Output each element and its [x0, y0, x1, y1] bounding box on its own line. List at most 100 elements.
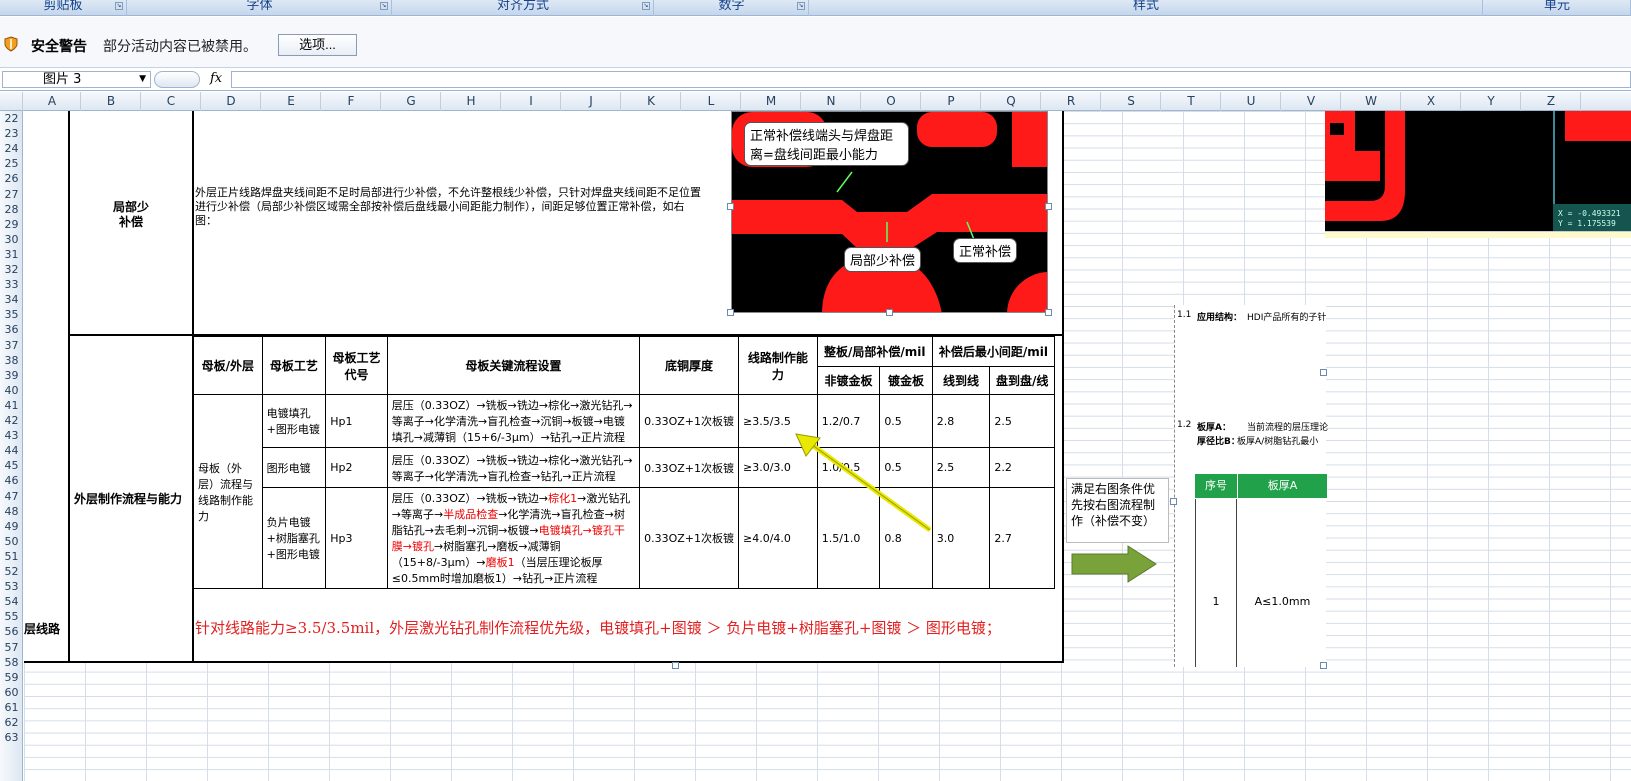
- td-copper[interactable]: 0.33OZ+1次板镀: [639, 394, 740, 448]
- row-header[interactable]: 29: [0, 218, 23, 231]
- row-header[interactable]: 50: [0, 535, 23, 548]
- row-header[interactable]: 57: [0, 641, 23, 654]
- column-header[interactable]: H: [442, 92, 501, 111]
- row-header[interactable]: 32: [0, 264, 23, 276]
- row-header[interactable]: 30: [0, 233, 23, 246]
- row-header[interactable]: 58: [0, 656, 23, 669]
- selection-handle[interactable]: [886, 309, 893, 316]
- row-header[interactable]: 23: [0, 128, 23, 140]
- select-all-corner[interactable]: [0, 92, 23, 111]
- td-process[interactable]: 图形电镀: [261, 447, 327, 488]
- column-header[interactable]: I: [502, 92, 561, 111]
- row-header[interactable]: 51: [0, 550, 23, 563]
- ribbon-group-cells[interactable]: 单元: [1484, 0, 1631, 16]
- column-header[interactable]: D: [202, 92, 261, 111]
- row-header[interactable]: 38: [0, 354, 23, 367]
- column-header[interactable]: L: [682, 92, 741, 111]
- row-header[interactable]: 28: [0, 203, 23, 216]
- cell-layer-label[interactable]: 层线路: [24, 620, 60, 637]
- column-header[interactable]: Z: [1522, 92, 1581, 111]
- row-header[interactable]: 44: [0, 445, 23, 457]
- row-header[interactable]: 35: [0, 309, 23, 321]
- row-header[interactable]: 33: [0, 279, 23, 291]
- selection-handle[interactable]: [1320, 662, 1327, 669]
- row-header[interactable]: 45: [0, 460, 23, 472]
- td-flow[interactable]: 层压（0.33OZ）→铣板→铣边→棕化1→激光钻孔→等离子→半成品检查→化学清洗…: [386, 487, 641, 589]
- row-header[interactable]: 36: [0, 324, 23, 336]
- td-line-line[interactable]: 2.8: [931, 394, 991, 448]
- section-label-outer-process[interactable]: 外层制作流程与能力: [74, 490, 182, 507]
- column-header[interactable]: C: [142, 92, 201, 111]
- selection-handle[interactable]: [1320, 369, 1327, 376]
- row-header[interactable]: 59: [0, 671, 23, 684]
- td-process[interactable]: 负片电镀+树脂塞孔+图形电镀: [261, 487, 327, 589]
- row-header[interactable]: 22: [0, 113, 23, 125]
- name-box[interactable]: 图片 3 ▼: [2, 71, 151, 88]
- row-header[interactable]: 26: [0, 173, 23, 185]
- chevron-down-icon[interactable]: ▼: [139, 72, 146, 87]
- ribbon-group-font[interactable]: 字体 ↘: [128, 0, 392, 16]
- selection-handle[interactable]: [1045, 203, 1052, 210]
- row-header[interactable]: 53: [0, 581, 23, 593]
- formula-bar-resize-handle[interactable]: [154, 71, 200, 88]
- row-header[interactable]: 42: [0, 415, 23, 427]
- selection-handle[interactable]: [727, 203, 734, 210]
- column-header[interactable]: J: [562, 92, 621, 111]
- row-header[interactable]: 37: [0, 339, 23, 352]
- row-header[interactable]: 47: [0, 490, 23, 503]
- td-flow[interactable]: 层压（0.33OZ）→铣板→铣边→棕化→激光钻孔→等离子→化学清洗→盲孔检查→钻…: [386, 447, 641, 488]
- row-header[interactable]: 49: [0, 520, 23, 533]
- column-header[interactable]: E: [262, 92, 321, 111]
- td-flow[interactable]: 层压（0.33OZ）→铣板→铣边→棕化→激光钻孔→等离子→化学清洗→盲孔检查→沉…: [386, 394, 641, 448]
- row-header[interactable]: 60: [0, 686, 23, 699]
- td-code[interactable]: Hp2: [325, 447, 388, 488]
- th-code[interactable]: 母板工艺代号: [325, 336, 388, 395]
- dialog-launcher-icon[interactable]: ↘: [642, 2, 650, 10]
- row-header[interactable]: 61: [0, 701, 23, 714]
- dialog-launcher-icon[interactable]: ↘: [797, 2, 805, 10]
- td-line-line[interactable]: 3.0: [931, 487, 991, 589]
- row-header[interactable]: 48: [0, 505, 23, 518]
- column-header[interactable]: F: [322, 92, 381, 111]
- condition-textbox[interactable]: 满足右图条件优先按右图流程制作（补偿不变）: [1066, 478, 1169, 543]
- th-mother-outer[interactable]: 母板/外层: [193, 336, 263, 395]
- td-copper[interactable]: 0.33OZ+1次板镀: [639, 447, 740, 488]
- column-header[interactable]: G: [382, 92, 441, 111]
- insert-function-icon[interactable]: fx: [210, 71, 222, 86]
- td-copper[interactable]: 0.33OZ+1次板镀: [639, 487, 740, 589]
- row-header[interactable]: 54: [0, 596, 23, 608]
- column-header[interactable]: U: [1222, 92, 1281, 111]
- dialog-launcher-icon[interactable]: ↘: [380, 2, 388, 10]
- column-header[interactable]: R: [1042, 92, 1101, 111]
- th-pad-pad[interactable]: 盘到盘/线: [989, 366, 1055, 395]
- ribbon-group-clipboard[interactable]: 剪贴板 ↘: [0, 0, 127, 16]
- selection-handle[interactable]: [1170, 498, 1177, 505]
- th-copper[interactable]: 底铜厚度: [639, 336, 740, 395]
- row-header[interactable]: 63: [0, 732, 23, 744]
- ribbon-group-styles[interactable]: 样式: [810, 0, 1483, 16]
- row-header[interactable]: 41: [0, 399, 23, 412]
- td-code[interactable]: Hp1: [325, 394, 388, 448]
- column-header[interactable]: Q: [982, 92, 1041, 111]
- td-merged-mother[interactable]: 母板（外层）流程与线路制作能力: [193, 394, 263, 589]
- row-header[interactable]: 40: [0, 384, 23, 397]
- row-header[interactable]: 43: [0, 430, 23, 442]
- right-embedded-document[interactable]: 1.1 应用结构： HDI产品所有的子针 1.2 板厚A： 当前流程的层压理论 …: [1174, 305, 1328, 667]
- pcb-screenshot-right[interactable]: X = -0.493321 Y = 1.175539: [1325, 111, 1631, 237]
- column-header[interactable]: T: [1162, 92, 1221, 111]
- th-flow[interactable]: 母板关键流程设置: [386, 336, 641, 395]
- td-pad-pad[interactable]: 2.7: [989, 487, 1055, 589]
- priority-note[interactable]: 针对线路能力≥3.5/3.5mil，外层激光钻孔制作流程优先级，电镀填孔+图镀 …: [195, 617, 1045, 639]
- th-non-gold[interactable]: 非镀金板: [816, 366, 881, 395]
- column-header[interactable]: P: [922, 92, 981, 111]
- row-header[interactable]: 25: [0, 158, 23, 170]
- row-header[interactable]: 34: [0, 294, 23, 306]
- green-arrow-icon[interactable]: [1070, 544, 1158, 584]
- yellow-arrow-icon[interactable]: [790, 430, 940, 540]
- dialog-launcher-icon[interactable]: ↘: [115, 2, 123, 10]
- th-line-line[interactable]: 线到线: [931, 366, 991, 395]
- td-process[interactable]: 电镀填孔+图形电镀: [261, 394, 327, 448]
- column-header[interactable]: S: [1102, 92, 1161, 111]
- column-header[interactable]: N: [802, 92, 861, 111]
- row-header[interactable]: 31: [0, 248, 23, 261]
